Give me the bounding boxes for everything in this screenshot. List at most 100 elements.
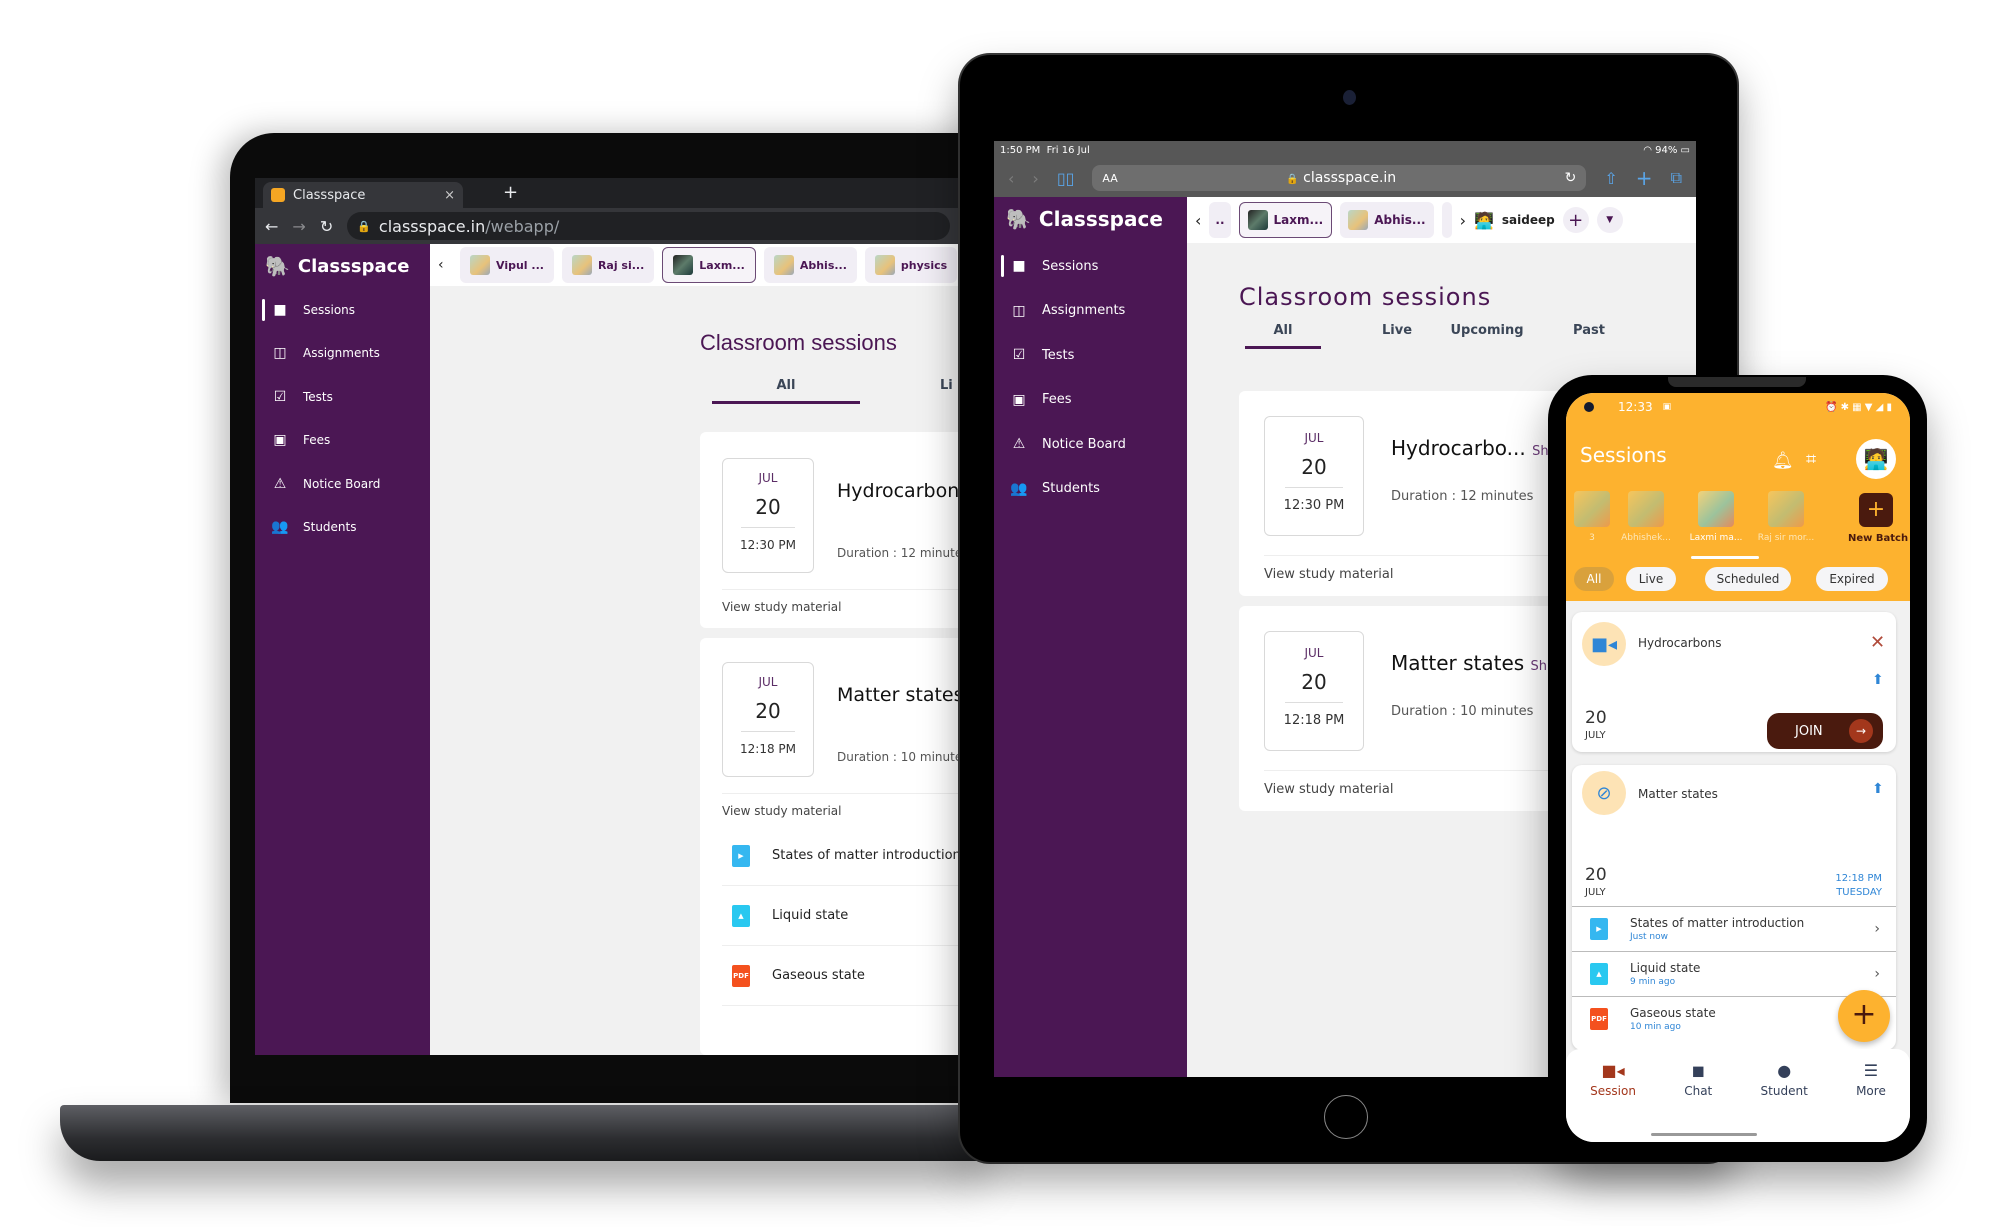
url-text: classspace.in (1303, 170, 1397, 186)
batch-item[interactable]: Laxmi ma... (1684, 491, 1748, 543)
tab-live[interactable]: Live (1347, 323, 1447, 349)
material-item[interactable]: PDF Gaseous state (722, 946, 960, 1006)
batch-chip[interactable]: Laxm... (662, 247, 756, 283)
session-card[interactable]: JUL 20 12:18 PM Matter states Sh Duratio… (1239, 606, 1569, 811)
upload-icon[interactable]: ⬆ (1872, 672, 1884, 688)
session-card[interactable]: JUL 20 12:30 PM Hydrocarbons Duration : … (700, 432, 960, 628)
add-fab[interactable]: + (1838, 990, 1890, 1042)
tabs-icon[interactable]: ⧉ (1671, 168, 1682, 188)
reload-icon[interactable]: ↻ (1565, 170, 1577, 186)
elephant-logo-icon: 🐘 (265, 254, 290, 278)
new-tab-button[interactable]: + (503, 182, 518, 203)
tablet-home-button[interactable] (1324, 1095, 1368, 1139)
material-item[interactable]: ▲ Liquid state (722, 886, 960, 946)
filter-expired[interactable]: Expired (1816, 567, 1888, 591)
back-icon[interactable]: ← (265, 217, 278, 236)
sidebar-item-tests[interactable]: ☑ Tests (263, 375, 423, 419)
batch-chip[interactable] (1441, 202, 1452, 238)
arrow-right-icon: → (1849, 719, 1873, 743)
session-month: JUL (758, 471, 778, 485)
add-batch-button[interactable]: + (1562, 207, 1589, 233)
batch-item[interactable]: Abhishek... (1614, 491, 1678, 543)
tab-past[interactable]: Past (1549, 323, 1629, 349)
nav-session[interactable]: ■◂ Session (1590, 1061, 1636, 1142)
share-link[interactable]: Sh (1531, 659, 1548, 674)
batch-chip[interactable]: Raj si... (561, 247, 655, 283)
sidebar-item-notice-board[interactable]: ⚠ Notice Board (1002, 422, 1182, 467)
address-bar[interactable]: AA 🔒 classspace.in ↻ (1092, 165, 1587, 191)
session-card[interactable]: JUL 20 12:18 PM Matter states Duration :… (700, 638, 960, 1055)
sidebar-item-assignments[interactable]: ◫ Assignments (263, 332, 423, 376)
close-tab-icon[interactable]: × (444, 188, 455, 203)
batch-chip[interactable]: Vipul ... (460, 247, 554, 283)
scroll-left-icon[interactable]: ‹ (438, 257, 452, 273)
batch-chip[interactable]: Abhis... (1340, 202, 1434, 238)
url-path: /webapp/ (485, 216, 560, 236)
sidebar-item-sessions[interactable]: ■ Sessions (262, 288, 423, 332)
view-study-material-link[interactable]: View study material (722, 804, 841, 818)
tab-upcoming[interactable]: Upcoming (1447, 323, 1527, 349)
sidebar-item-label: Fees (1042, 392, 1072, 408)
view-study-material-link[interactable]: View study material (1264, 567, 1393, 582)
user-name[interactable]: saideep (1502, 213, 1555, 227)
browser-tab[interactable]: Classspace × (263, 182, 463, 208)
sidebar-item-fees[interactable]: ▣ Fees (263, 419, 423, 463)
sidebar-item-tests[interactable]: ☑ Tests (1002, 333, 1182, 378)
sidebar-item-assignments[interactable]: ◫ Assignments (1002, 289, 1182, 334)
forward-icon[interactable]: › (1032, 169, 1038, 188)
bookmarks-icon[interactable]: ▯▯ (1057, 169, 1075, 188)
nav-chat[interactable]: ◼ Chat (1684, 1061, 1712, 1142)
forward-icon[interactable]: → (292, 217, 305, 236)
session-month: JUL (1304, 431, 1324, 445)
batch-chip[interactable]: .. (1209, 202, 1231, 238)
cancel-session-icon[interactable]: ✕ (1870, 632, 1885, 653)
sidebar-item-students[interactable]: 👥 Students (263, 506, 423, 550)
join-button[interactable]: JOIN → (1767, 713, 1883, 749)
batch-chip[interactable]: physics (864, 247, 958, 283)
tab-all[interactable]: All (712, 378, 860, 404)
nav-more[interactable]: ☰ More (1856, 1061, 1886, 1142)
session-tabs: All Live Upcoming Past (1245, 323, 1629, 349)
filter-all[interactable]: All (1574, 567, 1614, 591)
sidebar-item-sessions[interactable]: ■ Sessions (1001, 244, 1182, 289)
material-item[interactable]: ▶ States of matter introduction (722, 826, 960, 886)
view-study-material-link[interactable]: View study material (1264, 782, 1393, 797)
brand-logo[interactable]: 🐘 Classspace (1006, 207, 1163, 231)
user-avatar[interactable]: 🧑‍💻 (1474, 211, 1494, 230)
session-card[interactable]: JUL 20 12:30 PM Hydrocarbo... Sha Durati… (1239, 391, 1569, 596)
sidebar-item-students[interactable]: 👥 Students (1002, 467, 1182, 512)
view-study-material-link[interactable]: View study material (722, 600, 841, 614)
upload-icon[interactable]: ⬆ (1872, 781, 1884, 797)
batch-item[interactable]: Raj sir mor... (1754, 491, 1818, 543)
video-camera-icon: ■ (1012, 258, 1026, 275)
filter-live[interactable]: Live (1626, 567, 1676, 591)
reload-icon[interactable]: ↻ (320, 217, 333, 236)
notification-bell-icon[interactable]: 🔔︎ (1772, 451, 1794, 471)
qr-scan-icon[interactable]: ⌗ (1806, 449, 1816, 470)
brand-logo[interactable]: 🐘 Classspace (265, 254, 409, 278)
new-tab-icon[interactable]: + (1636, 166, 1653, 190)
batch-chip-selected[interactable]: Laxm... (1238, 202, 1333, 238)
sidebar-item-fees[interactable]: ▣ Fees (1002, 378, 1182, 423)
new-batch-button[interactable]: + New Batch (1848, 493, 1908, 544)
scroll-left-icon[interactable]: ‹ (1195, 211, 1201, 230)
batch-chip[interactable]: Abhis... (763, 247, 857, 283)
dropdown-button[interactable]: ▼ (1596, 207, 1623, 233)
filter-scheduled[interactable]: Scheduled (1705, 567, 1791, 591)
scroll-right-icon[interactable]: › (1460, 211, 1466, 230)
sidebar-item-notice-board[interactable]: ⚠ Notice Board (263, 462, 423, 506)
text-size-button[interactable]: AA (1102, 172, 1117, 185)
profile-avatar[interactable]: 🧑‍💻 (1856, 439, 1896, 479)
material-item[interactable]: ▶ States of matter introduction Just now … (1572, 906, 1896, 950)
share-icon[interactable]: ⇧ (1604, 169, 1617, 188)
material-item[interactable]: ▲ Liquid state 9 min ago › (1572, 951, 1896, 995)
material-name: States of matter introduction (772, 848, 960, 863)
video-file-icon: ▶ (732, 844, 750, 867)
checklist-icon: ☑ (273, 388, 287, 405)
nav-student[interactable]: ● Student (1761, 1061, 1808, 1142)
session-card[interactable]: ■◂ Hydrocarbons ✕ ⬆ 20 JULY JOIN → (1572, 612, 1896, 752)
tab-all[interactable]: All (1245, 323, 1321, 349)
tab-live[interactable]: Li (940, 378, 960, 404)
back-icon[interactable]: ‹ (1008, 169, 1014, 188)
address-bar[interactable]: 🔒 classspace.in/webapp/ (347, 212, 950, 240)
